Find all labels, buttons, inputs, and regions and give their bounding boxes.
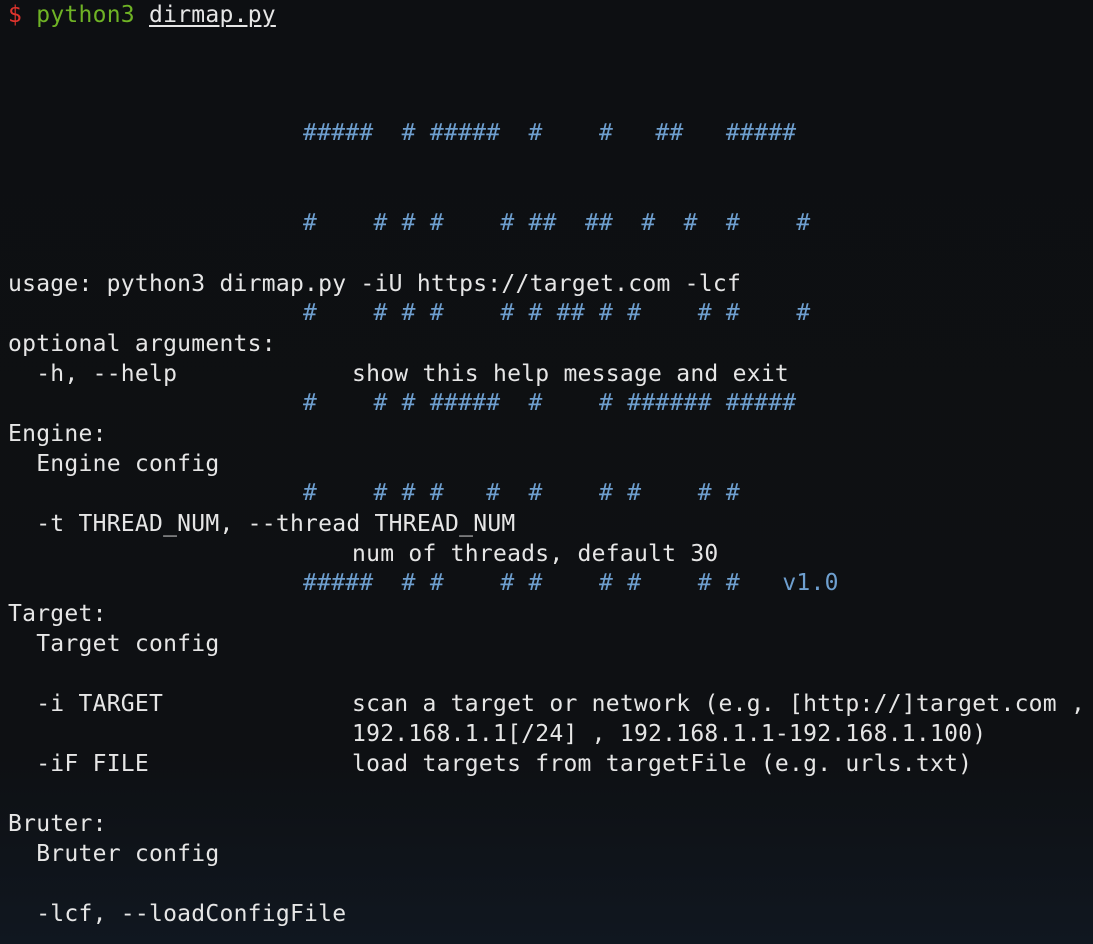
- target-desc: scan a target or network (e.g. [http://]…: [352, 691, 1086, 717]
- banner-line: ##### # # # # # # # #: [303, 570, 741, 596]
- prompt-symbol: $: [8, 2, 23, 28]
- target-option-row: -i TARGET scan a target or network (e.g. …: [8, 689, 1085, 719]
- engine-subheading: Engine config: [36, 451, 220, 477]
- load-config-option-row: -lcf, --loadConfigFile: [8, 899, 346, 929]
- thread-desc: num of threads, default 30: [352, 541, 719, 567]
- target-file-flag: -iF FILE: [36, 751, 149, 777]
- help-option-row: -h, --help show this help message and exi…: [8, 359, 789, 389]
- prompt-command: python3: [36, 2, 135, 28]
- engine-heading: Engine:: [8, 421, 107, 447]
- thread-option-row: -t THREAD_NUM, --thread THREAD_NUM: [8, 509, 516, 539]
- engine-subheading-row: Engine config: [8, 449, 219, 479]
- bruter-heading: Bruter:: [8, 811, 107, 837]
- banner-line: # # # # # ## ## # # # #: [303, 210, 811, 236]
- target-subheading: Target config: [36, 631, 220, 657]
- bruter-subheading-row: Bruter config: [8, 839, 219, 869]
- banner-line: # # # ##### # # ###### #####: [303, 390, 797, 416]
- prompt-argument: dirmap.py: [149, 2, 276, 28]
- bruter-subheading: Bruter config: [36, 841, 220, 867]
- target-file-desc: load targets from targetFile (e.g. urls.…: [352, 751, 973, 777]
- version-label: v1.0: [782, 570, 839, 596]
- banner-line: # # # # # # ## # # # # #: [303, 300, 811, 326]
- banner-last-line: ##### # # # # # # # # v1.0: [303, 568, 839, 598]
- usage-line: usage: python3 dirmap.py -iU https://tar…: [8, 271, 742, 297]
- terminal-window[interactable]: $ python3 dirmap.py ##### # ##### # # ##…: [0, 0, 1093, 944]
- target-desc-continued: 192.168.1.1[/24] , 192.168.1.1-192.168.1…: [352, 721, 987, 747]
- target-flag: -i TARGET: [36, 691, 164, 717]
- target-heading: Target:: [8, 601, 107, 627]
- target-file-option-row: -iF FILE load targets from targetFile (e.…: [8, 749, 972, 779]
- help-desc: show this help message and exit: [352, 361, 790, 387]
- prompt-line: $ python3 dirmap.py: [8, 0, 276, 30]
- load-config-flag: -lcf, --loadConfigFile: [36, 901, 347, 927]
- banner-line: ##### # ##### # # ## #####: [303, 120, 797, 146]
- banner-line: # # # # # # # # # #: [303, 480, 741, 506]
- target-subheading-row: Target config: [8, 629, 219, 659]
- help-flag: -h, --help: [36, 361, 178, 387]
- thread-flag: -t THREAD_NUM, --thread THREAD_NUM: [36, 511, 516, 537]
- optional-heading: optional arguments:: [8, 331, 276, 357]
